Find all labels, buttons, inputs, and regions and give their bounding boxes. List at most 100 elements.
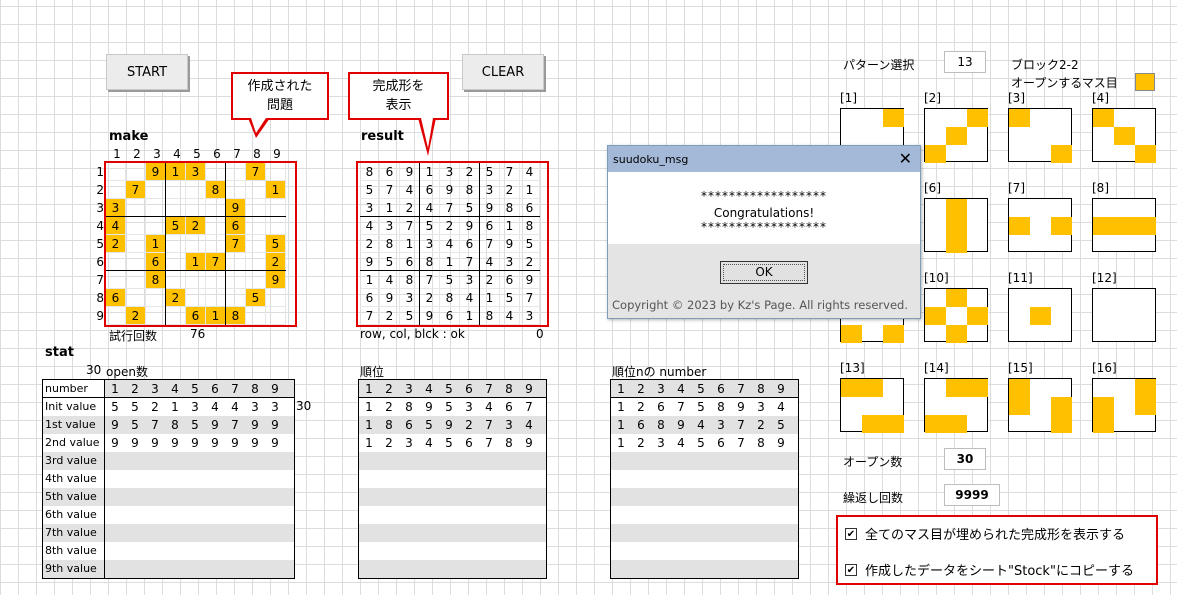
table-cell: 9	[677, 418, 685, 432]
table-cell	[125, 524, 145, 542]
make-label: make	[109, 129, 149, 144]
pattern-box[interactable]	[1092, 288, 1156, 342]
pattern-box[interactable]	[1008, 198, 1072, 252]
pattern-box[interactable]	[924, 198, 988, 253]
close-icon[interactable]: ✕	[899, 151, 912, 167]
pattern-box[interactable]	[1008, 288, 1072, 342]
result-label: result	[361, 129, 404, 144]
table-cell: 6	[211, 382, 219, 396]
table-cell: 3	[757, 400, 765, 414]
table-cell	[499, 452, 519, 470]
table-cell	[165, 560, 185, 578]
table-cell	[479, 524, 499, 542]
table-cell	[479, 470, 499, 488]
checkbox-icon[interactable]: ✔	[845, 563, 857, 576]
ok-button[interactable]: OK	[720, 261, 808, 284]
table-cell	[691, 524, 711, 542]
pattern-label: [4]	[1092, 91, 1109, 105]
table-cell	[265, 452, 285, 470]
table-cell	[225, 488, 245, 506]
table-cell: 9	[525, 436, 533, 450]
dialog-title: suudoku_msg	[613, 152, 689, 166]
rank-number-header: 順位nの number	[612, 365, 707, 379]
table-cell	[359, 560, 379, 578]
pattern-box[interactable]	[924, 288, 988, 343]
open-count-input[interactable]: 30	[944, 448, 986, 470]
table-cell: 4	[677, 436, 685, 450]
table-cell	[631, 560, 651, 578]
table-cell	[711, 506, 731, 524]
pattern-box[interactable]	[924, 378, 988, 433]
table-row: number 1 2 3 4 5 6 7 8 9	[43, 380, 294, 398]
table-cell	[245, 542, 265, 560]
table-cell: 5	[131, 418, 139, 432]
row-number: 9	[96, 309, 104, 323]
table-row: 128953467	[359, 398, 546, 416]
start-button[interactable]: START	[106, 54, 188, 90]
row-number: 1	[96, 165, 104, 179]
row-number: 5	[96, 237, 104, 251]
table-cell	[459, 470, 479, 488]
table-cell	[459, 542, 479, 560]
pattern-box[interactable]	[924, 108, 988, 163]
table-cell	[479, 506, 499, 524]
table-row: 2nd value 9 9 9 9 9 9 9 9 9	[43, 434, 294, 452]
table-cell	[611, 488, 631, 506]
table-cell	[691, 470, 711, 488]
table-row	[359, 470, 546, 488]
table-cell	[399, 470, 419, 488]
table-cell: 8	[757, 436, 765, 450]
table-cell	[165, 524, 185, 542]
table-cell	[205, 524, 225, 542]
pattern-box[interactable]	[1092, 108, 1156, 163]
table-cell	[245, 506, 265, 524]
pattern-cell	[1009, 379, 1030, 397]
table-cell: 2	[465, 418, 473, 432]
pattern-box[interactable]	[1092, 378, 1156, 433]
row-label: 5th value	[43, 488, 105, 506]
pattern-box[interactable]	[840, 378, 904, 433]
pattern-cell	[946, 235, 967, 253]
repeat-count-input[interactable]: 9999	[944, 484, 1000, 506]
table-row	[611, 542, 798, 560]
table-cell	[711, 524, 731, 542]
clear-button[interactable]: CLEAR	[462, 54, 544, 90]
table-cell	[731, 542, 751, 560]
table-cell	[611, 452, 631, 470]
table-cell: 9	[231, 436, 239, 450]
option-show-completed[interactable]: ✔ 全てのマス目が埋められた完成形を表示する	[845, 524, 1125, 543]
table-row: 123456789	[611, 380, 798, 398]
table-cell	[165, 452, 185, 470]
pattern-box[interactable]	[1008, 378, 1072, 433]
pattern-select-input[interactable]: 13	[944, 51, 986, 73]
table-cell: 2	[151, 400, 159, 414]
table-cell	[499, 560, 519, 578]
pattern-cell	[1051, 217, 1072, 235]
table-cell: 7	[485, 418, 493, 432]
pattern-box[interactable]	[1008, 108, 1072, 163]
pattern-box[interactable]	[1092, 198, 1156, 252]
table-cell: 2	[637, 382, 645, 396]
option-copy-stock[interactable]: ✔ 作成したデータをシート"Stock"にコピーする	[845, 560, 1134, 579]
table-cell	[359, 470, 379, 488]
checkbox-icon[interactable]: ✔	[845, 527, 857, 540]
table-cell	[245, 488, 265, 506]
table-cell: 6	[505, 400, 513, 414]
table-cell: 6	[717, 382, 725, 396]
table-cell	[771, 542, 791, 560]
pattern-label: [1]	[840, 91, 857, 105]
row-col-blck-label: row, col, blck : ok	[360, 327, 465, 341]
table-cell	[731, 470, 751, 488]
table-cell	[771, 470, 791, 488]
open-cell-swatch	[1135, 73, 1155, 91]
table-cell: 2	[131, 382, 139, 396]
stat-label: stat	[45, 345, 74, 360]
table-cell: 3	[717, 418, 725, 432]
table-cell	[399, 452, 419, 470]
callout-tail	[251, 118, 266, 133]
table-cell	[671, 560, 691, 578]
pattern-cell	[1093, 415, 1114, 433]
table-cell: 9	[737, 400, 745, 414]
row-label: Init value	[43, 398, 105, 416]
table-cell	[751, 524, 771, 542]
